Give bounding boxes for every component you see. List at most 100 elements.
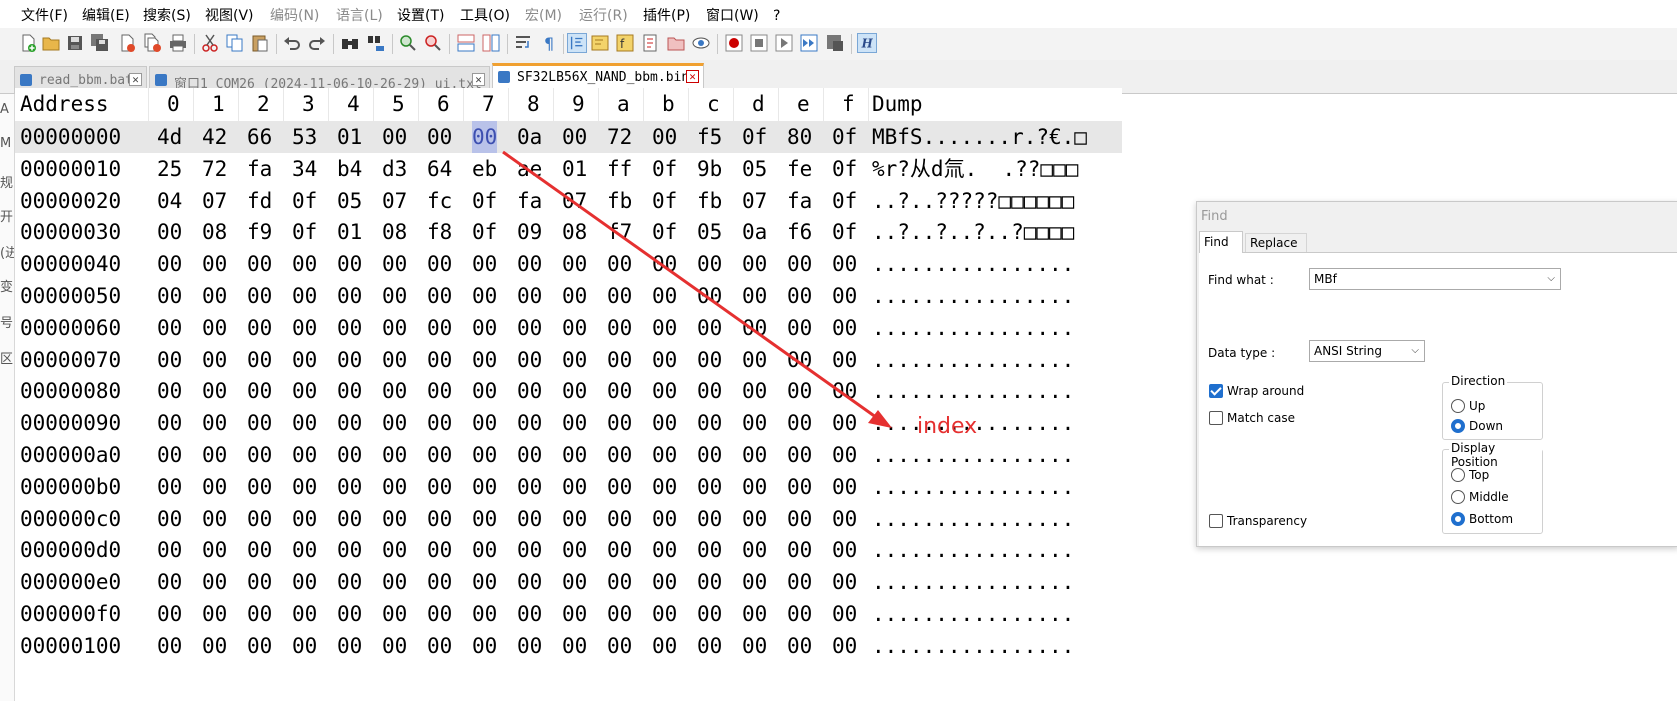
hex-byte[interactable]: 00 [517, 312, 542, 344]
hex-byte[interactable]: 00 [742, 630, 767, 662]
hex-byte[interactable]: 00 [337, 503, 362, 535]
menu-tools[interactable]: 工具(O) [460, 8, 510, 24]
hex-byte[interactable]: 00 [472, 630, 497, 662]
hex-byte[interactable]: 00 [832, 375, 857, 407]
hex-byte[interactable]: 00 [832, 630, 857, 662]
hex-byte[interactable]: 4d [157, 121, 182, 153]
hex-row[interactable]: 00000100 00 00 00 00 00 00 00 00 00 00 00 00 00 00 00 00… [15, 630, 1122, 662]
hex-byte[interactable]: 00 [247, 566, 272, 598]
hex-byte[interactable]: 00 [247, 598, 272, 630]
position-middle-radio[interactable] [1451, 490, 1465, 504]
paste-icon[interactable] [250, 33, 270, 53]
macro-play-icon[interactable] [774, 33, 794, 53]
word-wrap-icon[interactable] [514, 33, 534, 53]
hex-byte[interactable]: 00 [202, 503, 227, 535]
hex-byte[interactable]: 00 [742, 439, 767, 471]
hex-byte[interactable]: 00 [427, 248, 452, 280]
hex-byte[interactable]: 00 [607, 534, 632, 566]
macro-run-multiple-icon[interactable] [799, 33, 819, 53]
monitoring-icon[interactable] [691, 33, 711, 53]
hex-byte[interactable]: 00 [562, 598, 587, 630]
hex-byte[interactable]: 00 [697, 471, 722, 503]
direction-up-radio[interactable] [1451, 399, 1465, 413]
hex-byte[interactable]: 00 [562, 566, 587, 598]
cut-icon[interactable] [200, 33, 220, 53]
hex-byte[interactable]: 00 [472, 312, 497, 344]
hex-byte[interactable]: 00 [652, 503, 677, 535]
hex-byte[interactable]: 00 [787, 630, 812, 662]
hex-byte[interactable]: 00 [202, 280, 227, 312]
hex-byte[interactable]: 00 [427, 503, 452, 535]
save-icon[interactable] [65, 33, 85, 53]
hex-byte[interactable]: 00 [472, 375, 497, 407]
hex-byte[interactable]: 00 [382, 248, 407, 280]
hex-byte[interactable]: 00 [247, 344, 272, 376]
hex-byte[interactable]: 00 [247, 471, 272, 503]
hex-byte[interactable]: 00 [607, 471, 632, 503]
hex-byte[interactable]: 80 [787, 121, 812, 153]
row-dump[interactable]: ..?..?????□□□□□□ [872, 185, 1074, 217]
macro-record-icon[interactable] [724, 33, 744, 53]
hex-byte[interactable]: 00 [562, 503, 587, 535]
hex-byte[interactable]: 00 [832, 344, 857, 376]
hex-byte[interactable]: 0f [292, 216, 317, 248]
hex-row[interactable]: 00000010 25 72 fa 34 b4 d3 64 eb ae 01 ff 0f 9b 05 fe 0f… [15, 153, 1122, 185]
menu-language[interactable]: 语言(L) [336, 8, 383, 24]
hex-byte[interactable]: 08 [202, 216, 227, 248]
hex-byte[interactable]: 00 [652, 280, 677, 312]
hex-byte[interactable]: 01 [337, 216, 362, 248]
hex-byte[interactable]: 00 [292, 344, 317, 376]
hex-byte[interactable]: 00 [652, 598, 677, 630]
hex-byte[interactable]: 00 [652, 534, 677, 566]
hex-byte[interactable]: 00 [202, 566, 227, 598]
hex-byte[interactable]: 00 [202, 598, 227, 630]
hex-byte[interactable]: 00 [472, 248, 497, 280]
row-dump[interactable]: ................ [872, 344, 1074, 376]
hex-byte[interactable]: 00 [517, 630, 542, 662]
hex-byte[interactable]: 00 [832, 248, 857, 280]
hex-byte[interactable]: 00 [652, 344, 677, 376]
hex-byte[interactable]: 00 [337, 407, 362, 439]
hex-byte[interactable]: 00 [382, 534, 407, 566]
hex-byte[interactable]: 00 [337, 248, 362, 280]
hex-byte[interactable]: 00 [787, 503, 812, 535]
chevron-down-icon[interactable]: ⌵ [1411, 341, 1419, 361]
hex-byte[interactable]: 00 [832, 598, 857, 630]
tab-close-icon[interactable]: ✕ [686, 70, 699, 83]
hex-byte[interactable]: 00 [382, 630, 407, 662]
hex-byte[interactable]: 00 [697, 503, 722, 535]
hex-byte[interactable]: 00 [517, 248, 542, 280]
sync-horizontal-icon[interactable] [481, 33, 501, 53]
folder-workspace-icon[interactable] [641, 33, 661, 53]
direction-down-radio[interactable] [1451, 419, 1465, 433]
hex-byte[interactable]: 07 [562, 185, 587, 217]
hex-byte[interactable]: 00 [157, 312, 182, 344]
menu-macro[interactable]: 宏(M) [525, 8, 562, 24]
hex-byte[interactable]: 07 [382, 185, 407, 217]
hex-byte[interactable]: 0f [472, 185, 497, 217]
row-dump[interactable]: %r?从d氚. .??□□□ [872, 153, 1078, 185]
hex-byte[interactable]: 00 [292, 534, 317, 566]
row-dump[interactable]: ................ [872, 534, 1074, 566]
hex-byte[interactable]: 00 [787, 566, 812, 598]
hex-byte[interactable]: 00 [652, 439, 677, 471]
hex-byte[interactable]: 00 [337, 598, 362, 630]
hex-byte[interactable]: 00 [202, 344, 227, 376]
hex-byte[interactable]: 00 [382, 439, 407, 471]
hex-byte[interactable]: 00 [562, 407, 587, 439]
menu-plugins[interactable]: 插件(P) [643, 8, 690, 24]
data-type-select[interactable]: ANSI String ⌵ [1309, 340, 1425, 362]
row-dump[interactable]: ................ [872, 248, 1074, 280]
hex-byte[interactable]: 00 [607, 248, 632, 280]
hex-byte[interactable]: 00 [337, 439, 362, 471]
hex-byte[interactable]: 00 [472, 534, 497, 566]
hex-byte[interactable]: 00 [382, 312, 407, 344]
hex-byte[interactable]: 00 [292, 471, 317, 503]
hex-byte[interactable]: 00 [787, 534, 812, 566]
folder-as-workspace-icon[interactable] [666, 33, 686, 53]
hex-byte[interactable]: 00 [202, 439, 227, 471]
hex-editor-view[interactable]: Address 0 1 2 3 4 5 6 7 8 9 a b c d e f Dump 00000000 4d 42 6… [15, 88, 1122, 701]
hex-byte[interactable]: 00 [202, 534, 227, 566]
menu-file[interactable]: 文件(F) [21, 8, 68, 24]
hex-row[interactable]: 000000b0 00 00 00 00 00 00 00 00 00 00 00 00 00 00 00 00… [15, 471, 1122, 503]
